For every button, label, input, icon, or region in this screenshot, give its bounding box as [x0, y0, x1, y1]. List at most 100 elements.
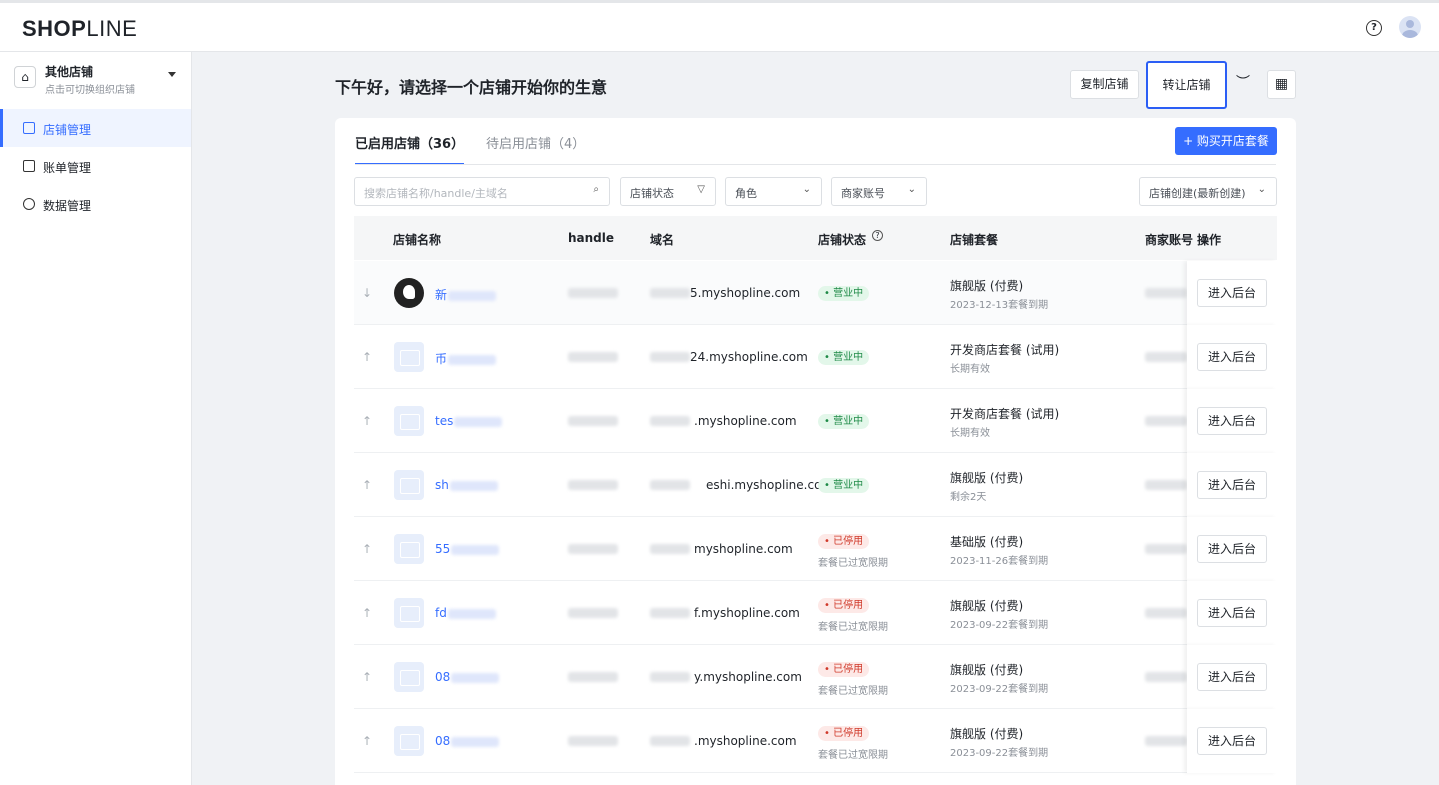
tab-enabled-stores[interactable]: 已启用店铺（36） — [355, 133, 465, 165]
table-row: ↑ fd f.myshopline.com • 已停用 套餐已过宽限期 旗舰版 (付费) 2… — [354, 581, 1277, 645]
enter-backend-button[interactable]: 进入后台 — [1197, 343, 1267, 371]
org-switcher[interactable]: ⌂ 其他店铺 点击可切换组织店铺 — [14, 62, 180, 98]
grid-view-icon[interactable]: ▦ — [1267, 70, 1296, 99]
enter-backend-button[interactable]: 进入后台 — [1197, 727, 1267, 755]
grace-text: 套餐已过宽限期 — [818, 558, 888, 569]
plan-expiry: 2023-11-26套餐到期 — [950, 556, 1049, 567]
plan-expiry: 2023-09-22套餐到期 — [950, 620, 1049, 631]
plan-name: 基础版 (付费) — [950, 535, 1024, 549]
table-row: ↓ 新 5.myshopline.com • 营业中 旗舰版 (付费) 2023-12-1… — [354, 261, 1277, 325]
search-input[interactable]: 搜索店铺名称/handle/主域名 ⌕ — [354, 177, 610, 206]
user-avatar-icon[interactable] — [1399, 16, 1421, 38]
plan-expiry: 2023-09-22套餐到期 — [950, 748, 1049, 759]
store-name: tes — [435, 414, 454, 428]
store-name-link[interactable]: sh — [435, 478, 498, 492]
role-select[interactable]: 角色 ⌄ — [725, 177, 822, 206]
store-name-link[interactable]: 新 — [435, 286, 497, 303]
buy-plan-button[interactable]: + 购买开店套餐 — [1175, 127, 1277, 155]
store-name-link[interactable]: 08 — [435, 670, 500, 684]
redacted-domain — [650, 736, 690, 746]
filter-label: 店铺状态 — [630, 187, 674, 200]
question-circle-icon[interactable]: ? — [1366, 20, 1382, 36]
store-name: 55 — [435, 542, 451, 556]
redacted-merchant — [1145, 480, 1187, 490]
pin-icon[interactable]: ↑ — [362, 734, 372, 748]
redacted-handle — [568, 416, 618, 426]
redacted-domain — [650, 416, 690, 426]
operation-cell: 进入后台 — [1187, 389, 1277, 453]
status-text: 已停用 — [833, 728, 864, 739]
table-row: ↑ 08 y.myshopline.com • 已停用 套餐已过宽限期 旗舰版 (付费) 2… — [354, 645, 1277, 709]
search-placeholder: 搜索店铺名称/handle/主域名 — [364, 187, 508, 200]
column-header: 店铺套餐 — [950, 233, 999, 247]
redacted-domain — [650, 608, 690, 618]
page-title: 下午好，请选择一个店铺开始你的生意 — [335, 78, 608, 97]
plan-name: 开发商店套餐 (试用) — [950, 343, 1060, 357]
redacted-domain — [650, 288, 690, 298]
store-panel: 已启用店铺（36） 待启用店铺（4） + 购买开店套餐 搜索店铺名称/handl… — [335, 118, 1296, 785]
pin-icon[interactable]: ↑ — [362, 478, 372, 492]
pin-icon[interactable]: ↑ — [362, 414, 372, 428]
column-header: 店铺状态 — [818, 233, 867, 247]
enter-backend-button[interactable]: 进入后台 — [1197, 535, 1267, 563]
column-header: 商家账号 — [1145, 233, 1194, 247]
eye-closed-icon[interactable]: ︶ — [1228, 70, 1258, 99]
plan-name: 旗舰版 (付费) — [950, 663, 1024, 677]
status-badge: • 营业中 — [818, 350, 870, 365]
shopline-logo[interactable]: SHOPLINE — [22, 16, 137, 42]
status-badge: • 营业中 — [818, 478, 870, 493]
enter-backend-button[interactable]: 进入后台 — [1197, 407, 1267, 435]
copy-store-button[interactable]: 复制店铺 — [1070, 70, 1139, 99]
store-avatar — [394, 406, 424, 436]
transfer-store-button[interactable]: 转让店铺 — [1146, 61, 1227, 109]
sidebar-item-data[interactable]: 数据管理 — [0, 185, 191, 223]
store-name-link[interactable]: 08 — [435, 734, 500, 748]
enter-backend-button[interactable]: 进入后台 — [1197, 471, 1267, 499]
status-text: 已停用 — [833, 664, 864, 675]
operation-cell: 进入后台 — [1187, 645, 1277, 709]
pin-icon[interactable]: ↑ — [362, 606, 372, 620]
sidebar-item-label: 账单管理 — [43, 161, 92, 175]
question-circle-icon[interactable]: ? — [872, 230, 883, 241]
enter-backend-button[interactable]: 进入后台 — [1197, 663, 1267, 691]
store-domain: myshopline.com — [694, 542, 793, 556]
pin-icon[interactable]: ↑ — [362, 350, 372, 364]
column-header: 域名 — [650, 233, 675, 247]
sort-select[interactable]: 店铺创建(最新创建) ⌄ — [1139, 177, 1277, 206]
redacted-handle — [568, 480, 618, 490]
redacted-merchant — [1145, 672, 1187, 682]
redacted-handle — [568, 608, 618, 618]
operation-cell: 进入后台 — [1187, 261, 1277, 325]
store-name-link[interactable]: 55 — [435, 542, 500, 556]
plan-name: 旗舰版 (付费) — [950, 727, 1024, 741]
filter-label: 角色 — [735, 187, 757, 200]
tab-pending-stores[interactable]: 待启用店铺（4） — [486, 133, 585, 165]
redacted-text — [448, 354, 497, 365]
status-text: 营业中 — [833, 352, 864, 363]
unpin-icon[interactable]: ↓ — [362, 286, 372, 300]
redacted-merchant — [1145, 288, 1187, 298]
plan-name: 旗舰版 (付费) — [950, 599, 1024, 613]
store-domain: y.myshopline.com — [694, 670, 802, 684]
status-badge: • 已停用 — [818, 662, 870, 677]
redacted-merchant — [1145, 544, 1187, 554]
store-name-link[interactable]: fd — [435, 606, 496, 620]
store-avatar — [394, 278, 424, 308]
store-name-link[interactable]: tes — [435, 414, 503, 428]
operation-cell: 进入后台 — [1187, 709, 1277, 773]
enter-backend-button[interactable]: 进入后台 — [1197, 599, 1267, 627]
merchant-account-select[interactable]: 商家账号 ⌄ — [831, 177, 927, 206]
column-header: 店铺名称 — [393, 233, 442, 247]
store-domain: 24.myshopline.com — [690, 350, 808, 364]
status-badge: • 营业中 — [818, 414, 870, 429]
sidebar-item-store-management[interactable]: 店铺管理 — [0, 109, 191, 147]
store-name-link[interactable]: 币 — [435, 350, 497, 367]
status-badge: • 已停用 — [818, 726, 870, 741]
store-status-filter[interactable]: 店铺状态 ▽ — [620, 177, 716, 206]
pin-icon[interactable]: ↑ — [362, 670, 372, 684]
sidebar-item-billing[interactable]: 账单管理 — [0, 147, 191, 185]
store-domain: f.myshopline.com — [694, 606, 800, 620]
store-avatar — [394, 662, 424, 692]
pin-icon[interactable]: ↑ — [362, 542, 372, 556]
enter-backend-button[interactable]: 进入后台 — [1197, 279, 1267, 307]
